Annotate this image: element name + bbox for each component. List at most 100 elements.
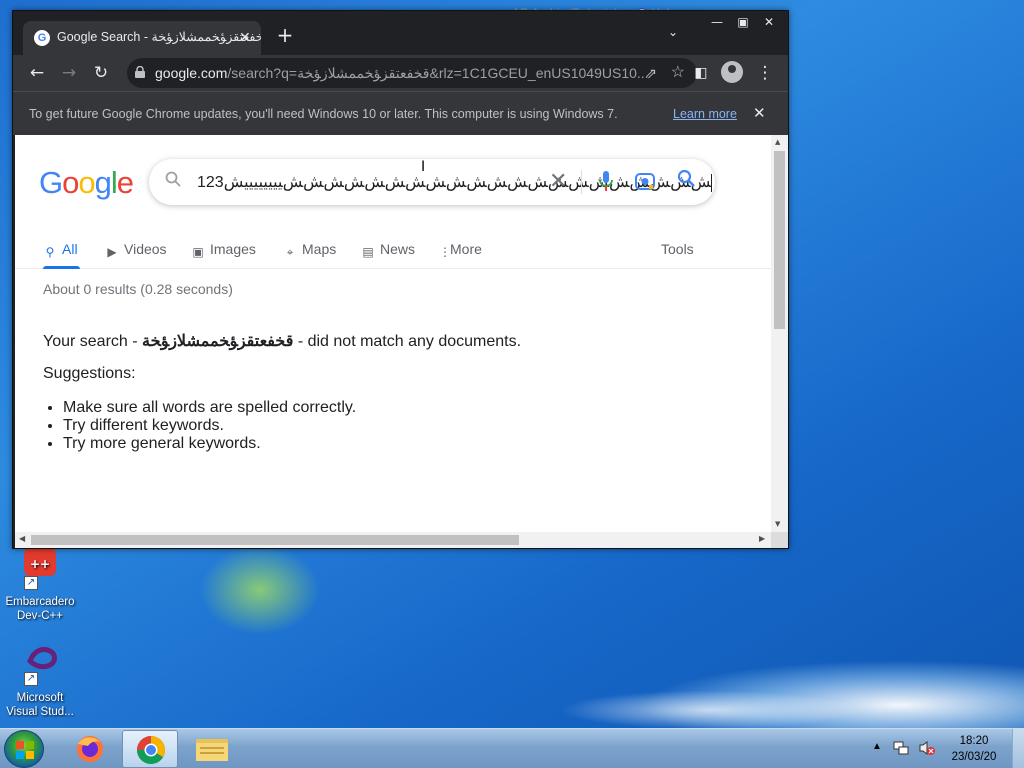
infobar-message: To get future Google Chrome updates, you… bbox=[29, 107, 618, 121]
close-tab-icon[interactable]: ✕ bbox=[239, 21, 255, 53]
taskbar: ▲ 18:20 23/03/20 bbox=[0, 728, 1024, 768]
update-infobar: To get future Google Chrome updates, you… bbox=[13, 91, 788, 135]
desktop: AR Arabic (Bahrain) ?Help ++ ↗ Embarcade… bbox=[0, 0, 1024, 768]
tab-images[interactable]: ▣ Images bbox=[191, 239, 256, 259]
microphone-icon[interactable] bbox=[599, 171, 613, 191]
desktop-icon-visual-studio[interactable]: ↗ Microsoft Visual Stud... bbox=[0, 644, 80, 719]
address-bar[interactable]: google.com/search?q=ﻗﺨﻔﻌﺘﻘﺰﺆﺨﻤﻤﺸﻼﺯﺆﺨﺔ&rl… bbox=[127, 58, 697, 88]
shortcut-arrow-icon: ↗ bbox=[24, 576, 38, 590]
search-input[interactable]: 123ﺶﺶﺶﺶﺶﺶﺶﺶﺶﺶﺶﺶﺶﺶﺶﺶﺶﺶﺶﺶﺶﻴﻴﻴﻴﻴﻴﻴﻴﺶ bbox=[197, 174, 711, 191]
forward-arrow-icon[interactable]: → bbox=[57, 61, 81, 85]
close-window-icon[interactable]: ✕ bbox=[756, 15, 782, 31]
url-host: google.com bbox=[155, 65, 228, 81]
google-results-page: Google 123ﺶﺶﺶﺶﺶﺶﺶﺶﺶﺶﺶﺶﺶﺶﺶﺶﺶﺶﺶﺶﺶﻴﻴﻴﻴﻴﻴﻴﻴﺶ… bbox=[15, 135, 771, 532]
search-divider bbox=[581, 170, 582, 194]
scroll-down-icon[interactable]: ▼ bbox=[775, 520, 780, 528]
side-panel-icon[interactable]: ◧ bbox=[689, 61, 713, 85]
profile-avatar-icon[interactable] bbox=[721, 61, 743, 83]
more-vert-icon: ⋮ bbox=[439, 245, 451, 259]
shortcut-arrow-icon: ↗ bbox=[24, 672, 38, 686]
taskbar-firefox[interactable] bbox=[62, 730, 118, 768]
visual-studio-icon: ↗ bbox=[18, 644, 62, 688]
show-desktop-button[interactable] bbox=[1012, 729, 1024, 768]
tab-more[interactable]: ⋮More bbox=[439, 239, 482, 259]
suggestions-list: Make sure all words are spelled correctl… bbox=[63, 399, 356, 453]
chrome-icon bbox=[137, 736, 165, 764]
scroll-corner bbox=[771, 532, 788, 548]
tab-label: Images bbox=[210, 241, 256, 257]
tab-videos[interactable]: ▶ Videos bbox=[105, 239, 167, 259]
vertical-scrollbar[interactable]: ▲ ▼ bbox=[771, 135, 788, 532]
suggestion-item: Make sure all words are spelled correctl… bbox=[63, 399, 356, 417]
image-icon: ▣ bbox=[192, 245, 204, 259]
tab-label: Videos bbox=[124, 241, 167, 257]
kebab-menu-icon[interactable]: ⋮ bbox=[753, 61, 777, 85]
minimize-icon[interactable]: — bbox=[704, 15, 730, 31]
news-icon: ▤ bbox=[362, 245, 374, 259]
taskbar-clock[interactable]: 18:20 23/03/20 bbox=[944, 733, 1004, 765]
bookmark-star-icon[interactable]: ☆ bbox=[671, 58, 685, 88]
scroll-thumb[interactable] bbox=[31, 535, 519, 545]
suggestion-item: Try more general keywords. bbox=[63, 435, 356, 453]
suggestion-item: Try different keywords. bbox=[63, 417, 356, 435]
clock-time: 18:20 bbox=[959, 735, 989, 747]
result-stats: About 0 results (0.28 seconds) bbox=[43, 281, 233, 297]
camera-lens-icon[interactable] bbox=[635, 172, 655, 190]
scroll-up-icon[interactable]: ▲ bbox=[775, 138, 780, 146]
back-arrow-icon[interactable]: ← bbox=[25, 61, 49, 85]
taskbar-chrome[interactable] bbox=[122, 730, 178, 768]
search-icon bbox=[165, 171, 183, 189]
no-results-term: ﻗﺨﻔﻌﺘﻘﺰﺆﺨﻤﻤﺸﻼﺯﺆﺨﺔ bbox=[142, 333, 294, 350]
reload-icon[interactable]: ↻ bbox=[89, 61, 113, 85]
tab-news[interactable]: ▤ News bbox=[361, 239, 415, 259]
tab-all[interactable]: ⚲ All bbox=[43, 239, 78, 259]
google-logo[interactable]: Google bbox=[39, 165, 134, 201]
learn-more-link[interactable]: Learn more bbox=[673, 92, 737, 136]
horizontal-scrollbar[interactable]: ◀ ▶ bbox=[15, 532, 771, 548]
tab-label: Maps bbox=[302, 241, 337, 257]
clock-date: 23/03/20 bbox=[951, 751, 997, 763]
browser-tab[interactable]: G Google Search - ﻗﺨﻔﻌﺘﻘﺰﺆﺨﻤﻤﺸﻼﺯﺆﺨﺔ ✕ bbox=[23, 21, 261, 55]
active-tab-indicator bbox=[43, 266, 80, 269]
no-results-suffix: - did not match any documents. bbox=[293, 333, 522, 350]
firefox-icon bbox=[77, 736, 103, 762]
taskbar-explorer[interactable] bbox=[184, 730, 240, 768]
desktop-icon-label: Embarcadero Dev-C++ bbox=[5, 596, 75, 622]
browser-toolbar: ← → ↻ google.com/search?q=ﻗﺨﻔﻌﺘﻘﺰﺆﺨﻤﻤﺸﻼﺯ… bbox=[13, 55, 788, 91]
maximize-icon[interactable]: ▣ bbox=[730, 15, 756, 31]
search-submit-icon[interactable] bbox=[677, 169, 695, 193]
tab-maps[interactable]: ⌖ Maps bbox=[283, 239, 337, 259]
text-cursor-icon: I bbox=[421, 159, 426, 175]
suggestions-heading: Suggestions: bbox=[43, 365, 136, 382]
no-results-prefix: Your search - bbox=[43, 333, 143, 350]
network-icon[interactable] bbox=[892, 740, 910, 756]
tab-search-chevron-icon[interactable]: ⌄ bbox=[665, 25, 681, 39]
windows-logo-icon bbox=[16, 741, 34, 759]
folder-icon bbox=[196, 739, 228, 761]
tab-label: News bbox=[380, 241, 416, 257]
search-box[interactable]: 123ﺶﺶﺶﺶﺶﺶﺶﺶﺶﺶﺶﺶﺶﺶﺶﺶﺶﺶﺶﺶﺶﻴﻴﻴﻴﻴﻴﻴﻴﺶ ✕ bbox=[149, 159, 715, 205]
search-tabs: ⚲ All ▶ Videos ▣ Images ⌖ Maps ▤ News ⋮More T… bbox=[15, 231, 771, 269]
show-hidden-icons-icon[interactable]: ▲ bbox=[872, 741, 882, 752]
scroll-thumb[interactable] bbox=[774, 151, 785, 329]
map-pin-icon: ⌖ bbox=[286, 245, 294, 259]
share-icon[interactable]: ⇗ bbox=[645, 58, 657, 88]
tab-label: All bbox=[62, 241, 78, 257]
scroll-left-icon[interactable]: ◀ bbox=[19, 534, 25, 543]
tab-strip: G Google Search - ﻗﺨﻔﻌﺘﻘﺰﺆﺨﻤﻤﺸﻼﺯﺆﺨﺔ ✕ + … bbox=[13, 11, 788, 55]
new-tab-icon[interactable]: + bbox=[275, 25, 295, 45]
clear-search-icon[interactable]: ✕ bbox=[549, 168, 567, 194]
play-icon: ▶ bbox=[107, 245, 117, 259]
desktop-icon-devcpp[interactable]: ++ ↗ Embarcadero Dev-C++ bbox=[0, 548, 80, 623]
close-infobar-icon[interactable]: ✕ bbox=[753, 92, 766, 136]
devcpp-icon: ++ ↗ bbox=[18, 548, 62, 592]
tab-label: More bbox=[450, 241, 482, 257]
lock-icon bbox=[135, 66, 145, 78]
tab-label: Tools bbox=[661, 241, 694, 257]
tools-button[interactable]: Tools bbox=[661, 239, 694, 259]
wallpaper-glow bbox=[560, 690, 860, 730]
start-button[interactable] bbox=[4, 730, 44, 768]
volume-muted-icon[interactable] bbox=[918, 740, 936, 756]
no-results-message: Your search - ﻗﺨﻔﻌﺘﻘﺰﺆﺨﻤﻤﺸﻼﺯﺆﺨﺔ - did no… bbox=[43, 331, 521, 351]
scroll-right-icon[interactable]: ▶ bbox=[759, 534, 765, 543]
